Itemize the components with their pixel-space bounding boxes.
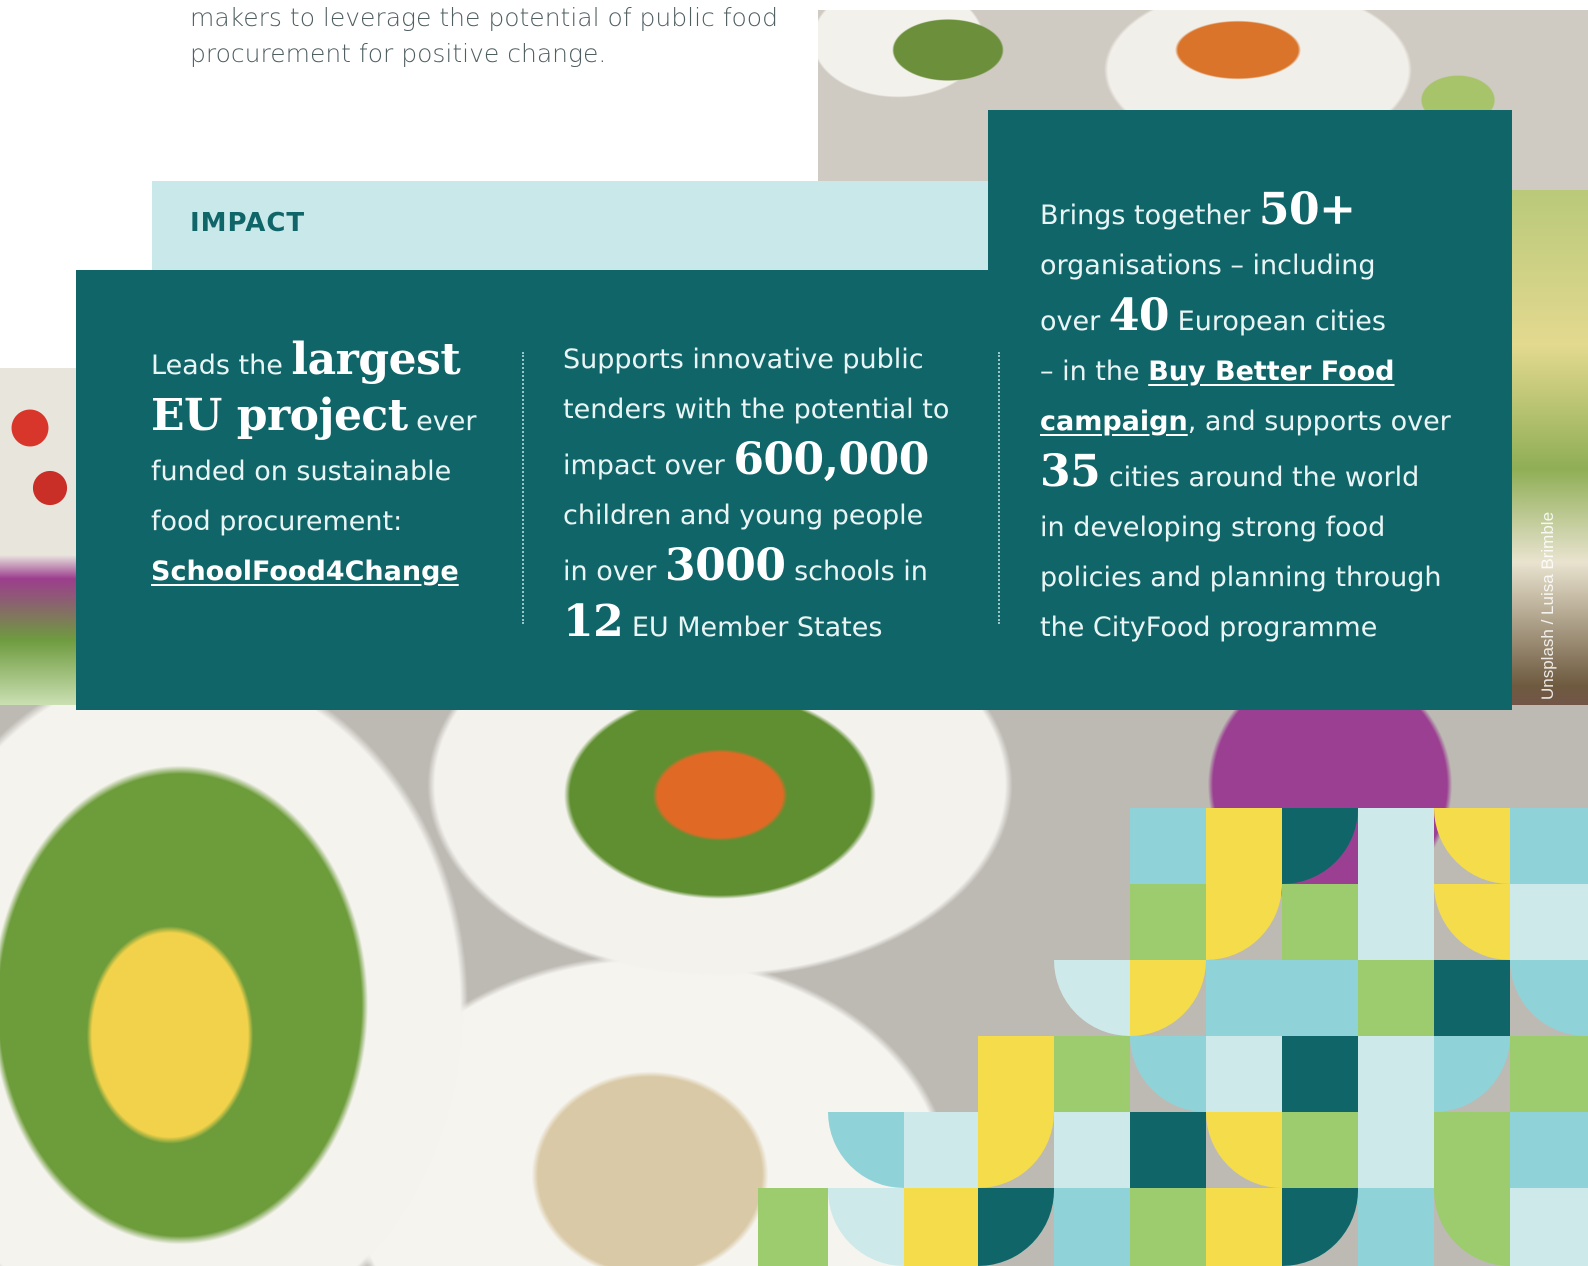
col2-line5: in over (563, 556, 657, 587)
food-photo-left (0, 368, 76, 708)
col3-number-organisations: 50+ (1258, 184, 1356, 235)
campaign-link[interactable]: campaign (1040, 406, 1188, 437)
col3-line7: in developing strong food (1040, 512, 1386, 543)
col1-highlight-eu-project: EU project (151, 390, 408, 441)
col1-text-line3: funded on sustainable (151, 456, 452, 487)
impact-column-project: Leads the largest EU project ever funded… (151, 335, 491, 597)
col2-line5b: schools in (794, 556, 928, 587)
intro-line-2: procurement for positive change. (190, 39, 607, 68)
col3-line6: cities around the world (1108, 462, 1420, 493)
col1-text-ever: ever (416, 406, 477, 437)
col3-number-cities: 40 (1108, 290, 1170, 341)
col2-line2: tenders with the potential to (563, 394, 950, 425)
impact-column-cities: Brings together 50+ organisations – incl… (1040, 185, 1490, 653)
col3-line8: policies and planning through (1040, 562, 1442, 593)
col2-line1: Supports innovative public (563, 344, 924, 375)
col3-line2: organisations – including (1040, 250, 1376, 281)
column-divider-1 (522, 352, 524, 624)
col2-line3: impact over (563, 450, 725, 481)
col1-highlight-largest: largest (291, 334, 461, 385)
impact-column-tenders: Supports innovative public tenders with … (563, 335, 963, 653)
col3-number-world-cities: 35 (1040, 446, 1101, 497)
intro-line-1: makers to leverage the potential of publ… (190, 3, 778, 32)
intro-paragraph: makers to leverage the potential of publ… (190, 0, 790, 72)
column-divider-2 (998, 352, 1000, 624)
col1-text-pre: Leads the (151, 350, 283, 381)
col2-number-schools: 3000 (665, 540, 786, 591)
col2-number-states: 12 (563, 596, 624, 647)
col3-line5: , and supports over (1187, 406, 1451, 437)
col2-number-children: 600,000 (733, 434, 929, 485)
col3-line3b: European cities (1177, 306, 1386, 337)
col3-line3: over (1040, 306, 1101, 337)
col2-line4: children and young people (563, 500, 924, 531)
col3-line4: – in the (1040, 356, 1140, 387)
col2-line6: EU Member States (631, 612, 883, 643)
col3-line1: Brings together (1040, 200, 1251, 231)
col1-text-line4: food procurement: (151, 506, 403, 537)
geometric-pattern-graphic (758, 808, 1588, 1266)
pattern-tiles (758, 808, 1588, 1266)
schoolfood4change-link[interactable]: SchoolFood4Change (151, 556, 459, 587)
buy-better-food-link[interactable]: Buy Better Food (1148, 356, 1394, 387)
impact-heading: IMPACT (190, 208, 306, 238)
photo-credit: Unsplash / Luisa Brimble (1538, 511, 1557, 700)
col3-line9: the CityFood programme (1040, 612, 1378, 643)
